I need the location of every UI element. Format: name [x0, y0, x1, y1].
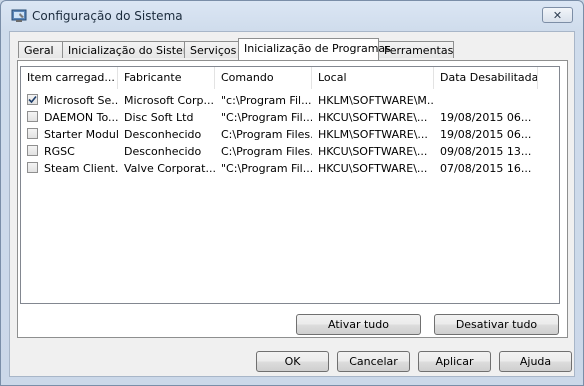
column-header-command[interactable]: Comando [215, 67, 312, 89]
system-config-window: Configuração do Sistema ✕ Geral Iniciali… [0, 0, 584, 386]
cancel-button[interactable]: Cancelar [337, 351, 410, 372]
item-manufacturer: Microsoft Corp... [124, 94, 214, 107]
check-icon [28, 95, 37, 104]
title-bar[interactable]: Configuração do Sistema ✕ [1, 1, 583, 31]
item-checkbox[interactable] [27, 111, 38, 122]
item-manufacturer: Disc Soft Ltd [124, 111, 194, 124]
item-checkbox[interactable] [27, 94, 38, 105]
list-item[interactable]: DAEMON To... Disc Soft Ltd "C:\Program F… [21, 109, 559, 126]
list-item[interactable]: Microsoft Se... Microsoft Corp... "c:\Pr… [21, 92, 559, 109]
ok-button[interactable]: OK [256, 351, 329, 372]
item-manufacturer: Desconhecido [124, 145, 202, 158]
list-item[interactable]: RGSC Desconhecido C:\Program Files... HK… [21, 143, 559, 160]
msconfig-icon [11, 9, 27, 22]
close-button[interactable]: ✕ [542, 7, 573, 23]
list-item[interactable]: Starter Module Desconhecido C:\Program F… [21, 126, 559, 143]
item-location: HKCU\SOFTWARE\... [318, 111, 428, 124]
list-header: Item carregad... Fabricante Comando Loca… [21, 67, 559, 89]
enable-all-button[interactable]: Ativar tudo [296, 314, 421, 335]
item-command: C:\Program Files... [221, 145, 312, 158]
item-location: HKLM\SOFTWARE\M... [318, 94, 434, 107]
item-command: "c:\Program Fil... [221, 94, 312, 107]
item-name: Starter Module [44, 128, 118, 141]
tab-geral[interactable]: Geral [18, 41, 63, 58]
column-header-date[interactable]: Data Desabilitada [434, 67, 538, 89]
tab-servicos[interactable]: Serviços [184, 41, 239, 58]
item-date: 19/08/2015 06... [440, 128, 532, 141]
tab-inicializacao-programas[interactable]: Inicialização de Programas [238, 38, 391, 60]
item-name: Microsoft Se... [44, 94, 118, 107]
column-header-manufacturer[interactable]: Fabricante [118, 67, 215, 89]
item-date: 19/08/2015 06... [440, 111, 532, 124]
disable-all-button[interactable]: Desativar tudo [434, 314, 559, 335]
item-location: HKCU\SOFTWARE\... [318, 162, 428, 175]
help-button[interactable]: Ajuda [499, 351, 572, 372]
item-name: DAEMON To... [44, 111, 118, 124]
item-date [440, 92, 538, 109]
column-header-item[interactable]: Item carregad... [21, 67, 118, 89]
close-icon: ✕ [552, 8, 563, 22]
item-date: 09/08/2015 13... [440, 145, 532, 158]
item-checkbox[interactable] [27, 145, 38, 156]
item-name: RGSC [44, 145, 75, 158]
item-checkbox[interactable] [27, 162, 38, 173]
startup-items-list[interactable]: Item carregad... Fabricante Comando Loca… [20, 66, 560, 304]
item-command: C:\Program Files... [221, 128, 312, 141]
item-manufacturer: Valve Corporat... [124, 162, 215, 175]
item-location: HKLM\SOFTWARE\... [318, 128, 428, 141]
window-title: Configuração do Sistema [32, 9, 183, 23]
item-command: "C:\Program Fil... [221, 111, 312, 124]
apply-button[interactable]: Aplicar [418, 351, 491, 372]
item-command: "C:\Program Fil... [221, 162, 312, 175]
list-item[interactable]: Steam Client... Valve Corporat... "C:\Pr… [21, 160, 559, 177]
item-location: HKCU\SOFTWARE\... [318, 145, 428, 158]
item-name: Steam Client... [44, 162, 118, 175]
column-header-location[interactable]: Local [312, 67, 434, 89]
item-checkbox[interactable] [27, 128, 38, 139]
item-manufacturer: Desconhecido [124, 128, 202, 141]
item-date: 07/08/2015 16... [440, 162, 532, 175]
tab-inicializacao-sistema[interactable]: Inicialização do Sistema [62, 41, 200, 58]
